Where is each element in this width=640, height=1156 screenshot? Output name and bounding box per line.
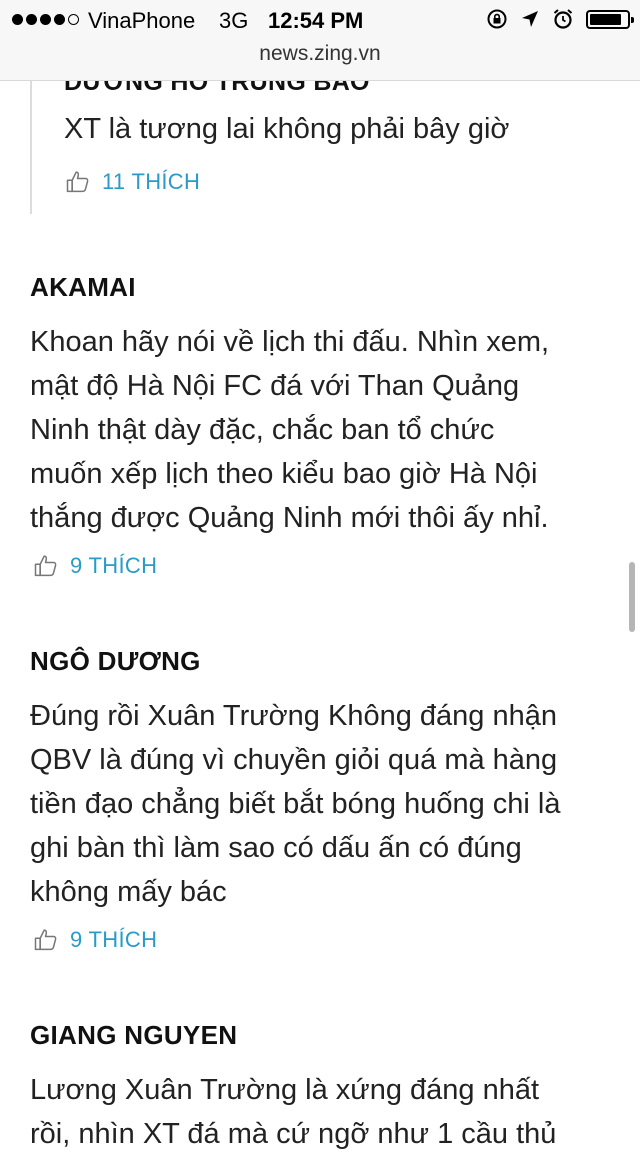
comment-text: Khoan hãy nói về lịch thi đấu. Nhìn xem,…	[30, 326, 550, 534]
reply-comment: DƯƠNG HỒ TRUNG BẢO XT là tương lai không…	[30, 60, 612, 214]
comment-text: XT là tương lai không phải bây giờ	[64, 113, 510, 145]
comment-author: AKAMAI	[30, 272, 136, 302]
battery-icon	[586, 9, 634, 29]
like-button[interactable]: 9 THÍCH	[32, 552, 157, 580]
like-count: 11 THÍCH	[102, 169, 201, 194]
thumbs-up-icon	[34, 555, 57, 577]
like-count: 9 THÍCH	[70, 553, 158, 578]
network-type: 3G	[219, 8, 249, 33]
alarm-icon	[553, 9, 573, 29]
comment-text: Đúng rồi Xuân Trường Không đáng nhận QBV…	[30, 700, 561, 908]
carrier-name: VinaPhone	[88, 8, 196, 33]
like-button[interactable]: 9 THÍCH	[32, 926, 157, 954]
clock: 12:54 PM	[268, 8, 364, 33]
location-arrow-icon	[522, 11, 538, 27]
comment-author: NGÔ DƯƠNG	[30, 646, 201, 676]
comment-text: Lương Xuân Trường là xứng đáng nhất rồi,…	[30, 1074, 557, 1150]
thumbs-up-icon	[66, 171, 89, 193]
rotation-lock-icon	[487, 9, 507, 29]
signal-strength-icon	[12, 14, 79, 25]
thumbs-up-icon	[34, 929, 57, 951]
status-bar: VinaPhone 3G 12:54 PM news.zing.vn	[0, 0, 640, 81]
comment-author: GIANG NGUYEN	[30, 1020, 238, 1050]
scrollbar[interactable]	[629, 562, 635, 632]
like-button[interactable]: 11 THÍCH	[64, 168, 200, 196]
like-count: 9 THÍCH	[70, 927, 158, 952]
address-bar[interactable]: news.zing.vn	[0, 42, 640, 66]
